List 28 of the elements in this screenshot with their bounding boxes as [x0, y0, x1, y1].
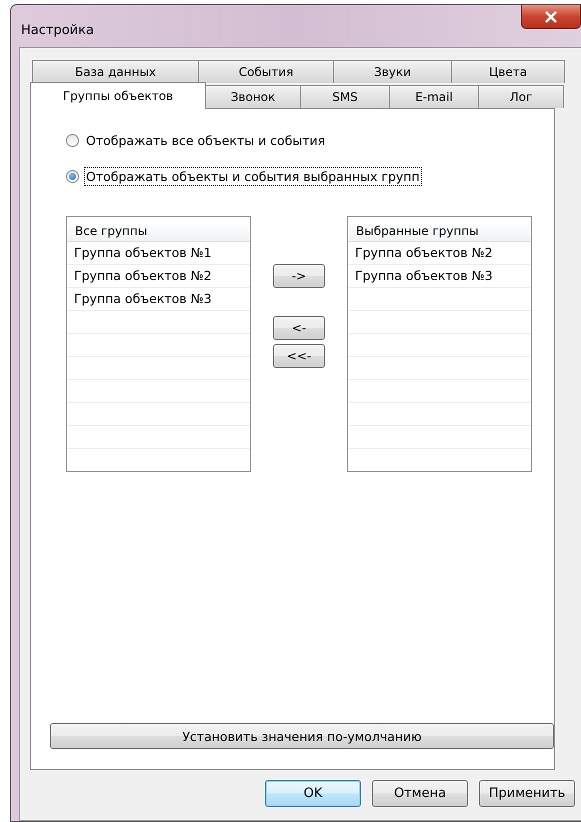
move-button[interactable]: <-: [273, 316, 325, 340]
tab[interactable]: Звонок: [205, 85, 301, 108]
dialog-button[interactable]: OK: [265, 780, 361, 807]
move-button[interactable]: ->: [273, 264, 325, 288]
dialog-button[interactable]: Применить: [479, 780, 575, 807]
defaults-button[interactable]: Установить значения по-умолчанию: [50, 723, 554, 749]
dialog-button[interactable]: Отмена: [372, 780, 468, 807]
window-title: Настройка: [21, 23, 94, 38]
list-item[interactable]: Группа объектов №2: [67, 265, 250, 288]
move-button[interactable]: <<-: [273, 344, 325, 368]
tab[interactable]: E-mail: [389, 85, 479, 108]
list-item[interactable]: Группа объектов №3: [348, 265, 531, 288]
tab[interactable]: События: [198, 60, 334, 83]
tab[interactable]: База данных: [32, 60, 199, 83]
list-item[interactable]: Группа объектов №2: [348, 242, 531, 265]
tab[interactable]: SMS: [300, 85, 390, 108]
tab[interactable]: Лог: [478, 85, 564, 108]
list-item[interactable]: Группа объектов №1: [67, 242, 250, 265]
list-item[interactable]: Группа объектов №3: [67, 288, 250, 311]
radio-label: Отображать все объекты и события: [85, 132, 326, 150]
radio-button[interactable]: [66, 170, 79, 183]
tab[interactable]: Цвета: [451, 60, 565, 83]
tab[interactable]: Звуки: [333, 60, 452, 83]
close-button[interactable]: [521, 5, 581, 29]
radio-button[interactable]: [66, 134, 79, 147]
close-icon: [544, 10, 558, 22]
radio-label: Отображать объекты и события выбранных групп: [84, 167, 422, 186]
tab[interactable]: Группы объектов: [30, 82, 206, 109]
